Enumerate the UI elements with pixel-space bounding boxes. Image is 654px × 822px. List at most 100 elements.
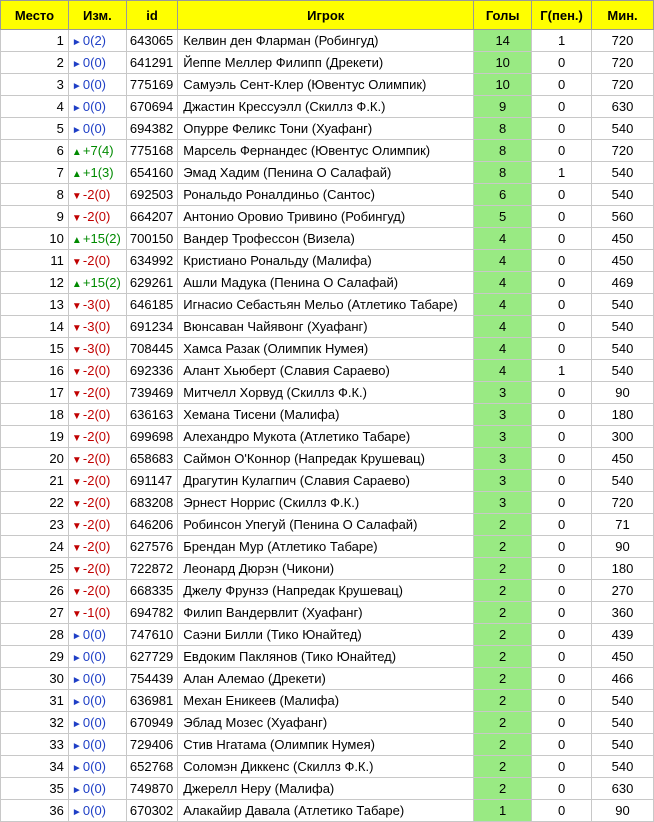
change-cell[interactable]: ▼-2(0) bbox=[67, 491, 127, 514]
player-cell[interactable]: Саймон О'Коннор (Напредак Крушевац) bbox=[177, 447, 475, 470]
change-cell[interactable]: ►0(0) bbox=[67, 117, 127, 140]
header-place[interactable]: Место bbox=[0, 0, 69, 30]
minutes-cell[interactable]: 270 bbox=[591, 579, 654, 602]
penalty-goals-cell[interactable]: 0 bbox=[531, 733, 593, 756]
place-cell[interactable]: 12 bbox=[0, 271, 69, 294]
minutes-cell[interactable]: 560 bbox=[591, 205, 654, 228]
goals-cell[interactable]: 10 bbox=[473, 73, 533, 96]
player-cell[interactable]: Кристиано Рональду (Малифа) bbox=[177, 249, 475, 272]
place-cell[interactable]: 25 bbox=[0, 557, 69, 580]
minutes-cell[interactable]: 540 bbox=[591, 689, 654, 712]
penalty-goals-cell[interactable]: 0 bbox=[531, 51, 593, 74]
id-cell[interactable]: 700150 bbox=[125, 227, 179, 250]
place-cell[interactable]: 36 bbox=[0, 799, 69, 822]
minutes-cell[interactable]: 71 bbox=[591, 513, 654, 536]
player-cell[interactable]: Джелу Фрунзэ (Напредак Крушевац) bbox=[177, 579, 475, 602]
id-cell[interactable]: 699698 bbox=[125, 425, 179, 448]
player-cell[interactable]: Самуэль Сент-Клер (Ювентус Олимпик) bbox=[177, 73, 475, 96]
change-cell[interactable]: ►0(0) bbox=[67, 667, 127, 690]
place-cell[interactable]: 26 bbox=[0, 579, 69, 602]
penalty-goals-cell[interactable]: 1 bbox=[531, 359, 593, 382]
place-cell[interactable]: 11 bbox=[0, 249, 69, 272]
player-cell[interactable]: Леонард Дюрэн (Чикони) bbox=[177, 557, 475, 580]
penalty-goals-cell[interactable]: 0 bbox=[531, 293, 593, 316]
change-cell[interactable]: ▼-3(0) bbox=[67, 293, 127, 316]
player-cell[interactable]: Вюнсаван Чайявонг (Хуафанг) bbox=[177, 315, 475, 338]
change-cell[interactable]: ►0(0) bbox=[67, 73, 127, 96]
penalty-goals-cell[interactable]: 0 bbox=[531, 271, 593, 294]
place-cell[interactable]: 15 bbox=[0, 337, 69, 360]
goals-cell[interactable]: 2 bbox=[473, 513, 533, 536]
place-cell[interactable]: 1 bbox=[0, 29, 69, 52]
player-cell[interactable]: Соломэн Диккенс (Скиллз Ф.К.) bbox=[177, 755, 475, 778]
header-goals[interactable]: Голы bbox=[473, 0, 533, 30]
change-cell[interactable]: ►0(0) bbox=[67, 623, 127, 646]
change-cell[interactable]: ▼-2(0) bbox=[67, 579, 127, 602]
goals-cell[interactable]: 9 bbox=[473, 95, 533, 118]
minutes-cell[interactable]: 720 bbox=[591, 139, 654, 162]
penalty-goals-cell[interactable]: 0 bbox=[531, 337, 593, 360]
id-cell[interactable]: 643065 bbox=[125, 29, 179, 52]
place-cell[interactable]: 20 bbox=[0, 447, 69, 470]
id-cell[interactable]: 627729 bbox=[125, 645, 179, 668]
id-cell[interactable]: 627576 bbox=[125, 535, 179, 558]
goals-cell[interactable]: 3 bbox=[473, 403, 533, 426]
change-cell[interactable]: ►0(0) bbox=[67, 777, 127, 800]
player-cell[interactable]: Алакайир Давала (Атлетико Табаре) bbox=[177, 799, 475, 822]
minutes-cell[interactable]: 540 bbox=[591, 337, 654, 360]
change-cell[interactable]: ►0(2) bbox=[67, 29, 127, 52]
penalty-goals-cell[interactable]: 0 bbox=[531, 117, 593, 140]
id-cell[interactable]: 641291 bbox=[125, 51, 179, 74]
goals-cell[interactable]: 2 bbox=[473, 733, 533, 756]
id-cell[interactable]: 668335 bbox=[125, 579, 179, 602]
penalty-goals-cell[interactable]: 0 bbox=[531, 403, 593, 426]
minutes-cell[interactable]: 180 bbox=[591, 403, 654, 426]
id-cell[interactable]: 646185 bbox=[125, 293, 179, 316]
change-cell[interactable]: ▲+7(4) bbox=[67, 139, 127, 162]
place-cell[interactable]: 28 bbox=[0, 623, 69, 646]
minutes-cell[interactable]: 180 bbox=[591, 557, 654, 580]
place-cell[interactable]: 35 bbox=[0, 777, 69, 800]
id-cell[interactable]: 749870 bbox=[125, 777, 179, 800]
place-cell[interactable]: 8 bbox=[0, 183, 69, 206]
change-cell[interactable]: ▼-3(0) bbox=[67, 315, 127, 338]
goals-cell[interactable]: 8 bbox=[473, 117, 533, 140]
goals-cell[interactable]: 2 bbox=[473, 623, 533, 646]
penalty-goals-cell[interactable]: 0 bbox=[531, 667, 593, 690]
place-cell[interactable]: 13 bbox=[0, 293, 69, 316]
goals-cell[interactable]: 2 bbox=[473, 535, 533, 558]
penalty-goals-cell[interactable]: 0 bbox=[531, 249, 593, 272]
id-cell[interactable]: 636981 bbox=[125, 689, 179, 712]
goals-cell[interactable]: 2 bbox=[473, 557, 533, 580]
goals-cell[interactable]: 4 bbox=[473, 315, 533, 338]
change-cell[interactable]: ▲+15(2) bbox=[67, 227, 127, 250]
minutes-cell[interactable]: 540 bbox=[591, 711, 654, 734]
penalty-goals-cell[interactable]: 0 bbox=[531, 183, 593, 206]
goals-cell[interactable]: 1 bbox=[473, 799, 533, 822]
goals-cell[interactable]: 2 bbox=[473, 755, 533, 778]
player-cell[interactable]: Келвин ден Фларман (Робингуд) bbox=[177, 29, 475, 52]
place-cell[interactable]: 30 bbox=[0, 667, 69, 690]
header-minutes[interactable]: Мин. bbox=[591, 0, 654, 30]
goals-cell[interactable]: 4 bbox=[473, 271, 533, 294]
player-cell[interactable]: Алехандро Мукота (Атлетико Табаре) bbox=[177, 425, 475, 448]
id-cell[interactable]: 646206 bbox=[125, 513, 179, 536]
header-id[interactable]: id bbox=[125, 0, 179, 30]
change-cell[interactable]: ▼-2(0) bbox=[67, 535, 127, 558]
id-cell[interactable]: 670949 bbox=[125, 711, 179, 734]
minutes-cell[interactable]: 720 bbox=[591, 73, 654, 96]
penalty-goals-cell[interactable]: 0 bbox=[531, 623, 593, 646]
goals-cell[interactable]: 4 bbox=[473, 337, 533, 360]
place-cell[interactable]: 19 bbox=[0, 425, 69, 448]
place-cell[interactable]: 31 bbox=[0, 689, 69, 712]
player-cell[interactable]: Алант Хьюберт (Славия Сараево) bbox=[177, 359, 475, 382]
id-cell[interactable]: 664207 bbox=[125, 205, 179, 228]
id-cell[interactable]: 658683 bbox=[125, 447, 179, 470]
penalty-goals-cell[interactable]: 1 bbox=[531, 161, 593, 184]
goals-cell[interactable]: 4 bbox=[473, 359, 533, 382]
change-cell[interactable]: ▼-2(0) bbox=[67, 557, 127, 580]
player-cell[interactable]: Драгутин Кулагпич (Славия Сараево) bbox=[177, 469, 475, 492]
change-cell[interactable]: ►0(0) bbox=[67, 689, 127, 712]
place-cell[interactable]: 4 bbox=[0, 95, 69, 118]
place-cell[interactable]: 7 bbox=[0, 161, 69, 184]
